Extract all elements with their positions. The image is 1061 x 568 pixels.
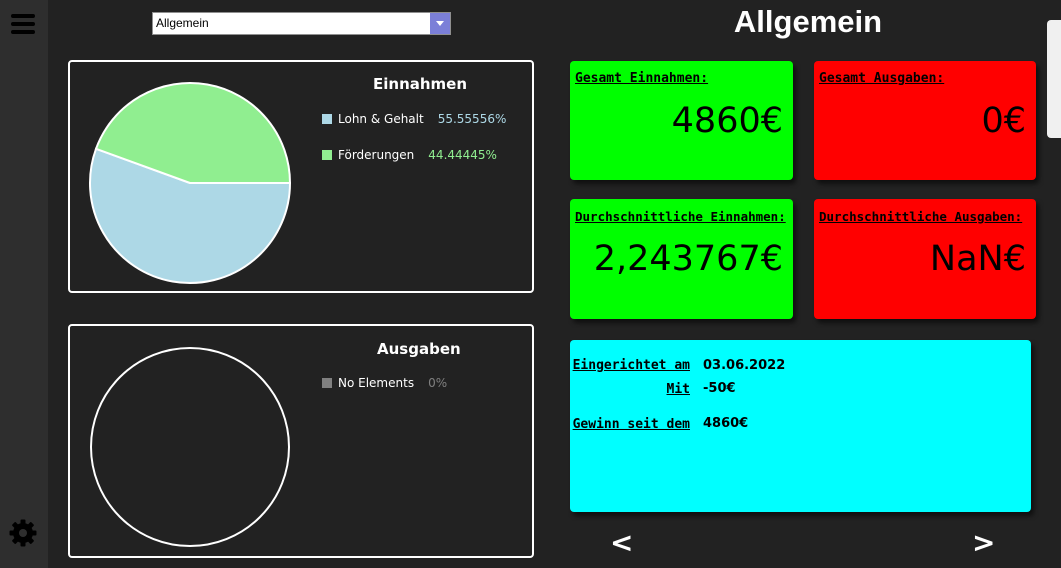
total-income-label: Gesamt Einnahmen:	[575, 71, 709, 86]
with-label: Mit	[666, 382, 690, 397]
sidebar	[0, 0, 48, 568]
total-income-card: Gesamt Einnahmen: 4860€	[570, 61, 793, 180]
avg-income-card: Durchschnittliche Einnahmen: 2,243767€	[570, 199, 793, 319]
with-value: -50€	[703, 381, 736, 396]
income-chart-panel: Einnahmen Lohn & Gehalt 55.55556% Förder…	[68, 60, 534, 293]
category-select-value: Allgemein	[156, 16, 209, 30]
legend-item-no-elements: No Elements 0%	[322, 375, 447, 391]
avg-expense-value: NaN€	[929, 239, 1026, 279]
side-panel-edge	[1047, 20, 1061, 138]
expense-pie-chart	[90, 347, 290, 547]
expense-chart-title: Ausgaben	[377, 340, 461, 358]
hamburger-icon[interactable]	[11, 14, 35, 34]
created-label: Eingerichtet am	[572, 358, 690, 373]
total-expense-value: 0€	[981, 101, 1026, 141]
total-income-value: 4860€	[671, 101, 783, 141]
income-pie-chart	[89, 82, 292, 284]
category-select[interactable]: Allgemein	[152, 12, 451, 35]
created-value: 03.06.2022	[703, 358, 786, 373]
avg-income-value: 2,243767€	[593, 239, 783, 279]
expense-chart-panel: Ausgaben No Elements 0%	[68, 324, 534, 558]
legend-percent: 0%	[428, 376, 448, 390]
gear-icon[interactable]	[8, 518, 38, 548]
legend-name: No Elements	[338, 376, 415, 390]
profit-value: 4860€	[703, 416, 749, 431]
legend-name: Lohn & Gehalt	[338, 112, 424, 126]
prev-page-button[interactable]: <	[610, 526, 633, 559]
total-expense-card: Gesamt Ausgaben: 0€	[814, 61, 1036, 180]
empty-pie-outline	[90, 347, 290, 547]
legend-item-foerderungen: Förderungen 44.44445%	[322, 147, 497, 163]
avg-income-label: Durchschnittliche Einnahmen:	[575, 209, 786, 224]
income-chart-title: Einnahmen	[373, 75, 468, 93]
legend-percent: 44.44445%	[428, 148, 497, 162]
chevron-down-icon[interactable]	[430, 13, 450, 34]
legend-item-lohn: Lohn & Gehalt 55.55556%	[322, 111, 506, 127]
legend-swatch	[322, 114, 332, 124]
page-title: Allgemein	[733, 4, 883, 39]
legend-swatch	[322, 378, 332, 388]
legend-name: Förderungen	[338, 148, 415, 162]
legend-percent: 55.55556%	[437, 112, 507, 126]
info-panel: Eingerichtet am 03.06.2022 Mit -50€ Gewi…	[570, 340, 1031, 512]
legend-swatch	[322, 150, 332, 160]
avg-expense-label: Durchschnittliche Ausgaben:	[819, 209, 1023, 224]
next-page-button[interactable]: >	[972, 526, 995, 559]
total-expense-label: Gesamt Ausgaben:	[819, 71, 945, 86]
profit-label: Gewinn seit dem	[572, 417, 690, 432]
avg-expense-card: Durchschnittliche Ausgaben: NaN€	[814, 199, 1036, 319]
